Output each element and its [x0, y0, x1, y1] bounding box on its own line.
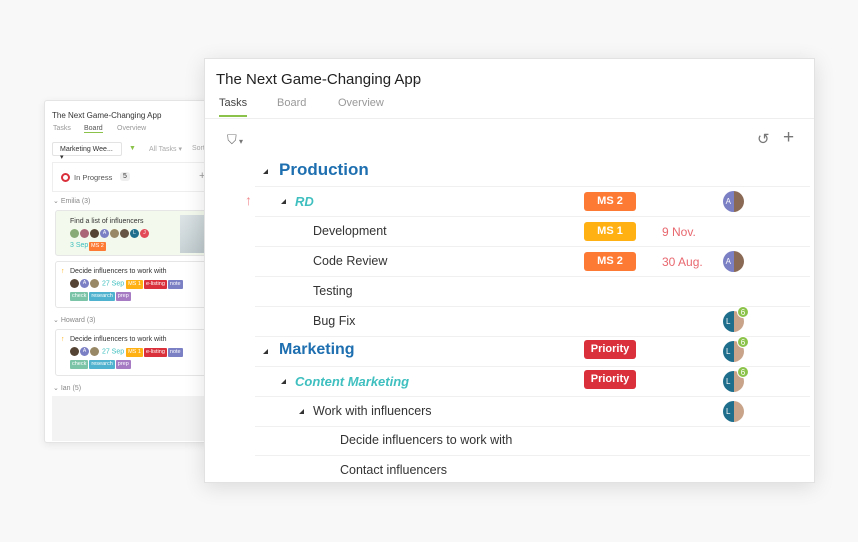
card-date: 27 Sep: [101, 280, 125, 288]
task-row-decide-influencers[interactable]: Decide influencers to work with: [255, 426, 810, 456]
filter-icon[interactable]: ▼: [129, 145, 136, 152]
milestone-tag: MS 2: [584, 252, 636, 271]
column-title: In Progress: [74, 173, 113, 182]
task-row-work-with-influencers[interactable]: Work with influencers L: [255, 397, 810, 427]
group-ian[interactable]: ⌄ Ian (5): [53, 384, 81, 392]
task-row-rd[interactable]: ↑ RD MS 2A: [245, 187, 810, 217]
arrow-up-icon: ↑: [61, 336, 65, 343]
status-icon: [61, 173, 70, 182]
board-view-panel: The Next Game-Changing App Tasks Board O…: [44, 100, 214, 443]
milestone-tag: MS 2: [584, 192, 636, 211]
count-badge: 6: [737, 366, 749, 378]
task-row-testing[interactable]: Testing: [255, 277, 810, 307]
card[interactable]: Find a list of influencers ALJ 3 Sep MS …: [55, 210, 213, 256]
column-count: 5: [120, 172, 130, 181]
group-body: [52, 396, 212, 441]
chevron-down-icon[interactable]: ⌄: [413, 73, 422, 86]
task-row-content-marketing[interactable]: Content Marketing Priority L 6: [255, 366, 810, 397]
tab-tasks[interactable]: Tasks: [53, 125, 71, 132]
task-row-bug-fix[interactable]: Bug Fix L 6: [255, 306, 810, 337]
view-select-value: Marketing Wee...: [60, 146, 113, 153]
count-badge: 6: [737, 336, 749, 348]
avatar: L: [723, 401, 744, 422]
card[interactable]: ↑ Decide influencers to work with A 27 S…: [55, 329, 213, 376]
assignees: ALJ: [70, 229, 150, 238]
view-select[interactable]: Marketing Wee... ▾: [52, 142, 122, 161]
arrow-up-icon: ↑: [245, 192, 252, 208]
tab-overview[interactable]: Overview: [117, 125, 146, 132]
count-badge: 6: [737, 306, 749, 318]
task-list-panel: The Next Game-Changing App ⌄ Tasks Board…: [204, 58, 815, 483]
all-tasks-dropdown[interactable]: All Tasks ▾: [149, 145, 182, 153]
filter-icon[interactable]: ⛉ ▾: [227, 132, 243, 148]
avatar: A: [723, 191, 744, 212]
card[interactable]: ↑ Decide influencers to work with A 27 S…: [55, 261, 213, 308]
due-date: 9 Nov.: [662, 225, 696, 239]
project-title: The Next Game-Changing App: [52, 111, 162, 120]
tab-overview[interactable]: Overview: [338, 97, 384, 109]
group-emilia[interactable]: ⌄ Emilia (3): [53, 197, 90, 205]
tab-board[interactable]: Board: [84, 125, 103, 133]
divider: [205, 118, 814, 119]
add-icon[interactable]: +: [783, 127, 794, 149]
priority-tag: Priority: [584, 370, 636, 389]
task-row-development[interactable]: Development MS 19 Nov.: [255, 217, 810, 247]
project-title: The Next Game-Changing App: [216, 71, 422, 88]
tag: MS 2: [89, 242, 106, 251]
due-date: 30 Aug.: [662, 255, 703, 269]
card-title: Decide influencers to work with: [70, 268, 167, 275]
refresh-icon[interactable]: ↺: [757, 130, 770, 148]
card-title: Decide influencers to work with: [70, 336, 167, 343]
task-row-contact-influencers[interactable]: Contact influencers: [255, 456, 810, 486]
task-row-production[interactable]: Production: [255, 157, 810, 187]
section-title: Production: [279, 160, 369, 179]
group-howard[interactable]: ⌄ Howard (3): [53, 316, 95, 324]
tab-tasks[interactable]: Tasks: [219, 97, 248, 117]
task-row-marketing[interactable]: Marketing Priority L 6: [255, 336, 810, 367]
sort-button[interactable]: Sort: [192, 145, 205, 152]
priority-tag: Priority: [584, 340, 636, 359]
avatar: A: [723, 251, 744, 272]
card-date: 27 Sep: [101, 348, 125, 356]
arrow-up-icon: ↑: [61, 268, 65, 275]
column-header: In Progress 5 +: [52, 162, 212, 192]
card-title: Find a list of influencers: [70, 218, 144, 225]
task-row-code-review[interactable]: Code Review MS 2 30 Aug. A: [255, 247, 810, 277]
tab-board[interactable]: Board: [277, 97, 306, 109]
milestone-tag: MS 1: [584, 222, 636, 241]
card-date: 3 Sep: [70, 242, 89, 249]
